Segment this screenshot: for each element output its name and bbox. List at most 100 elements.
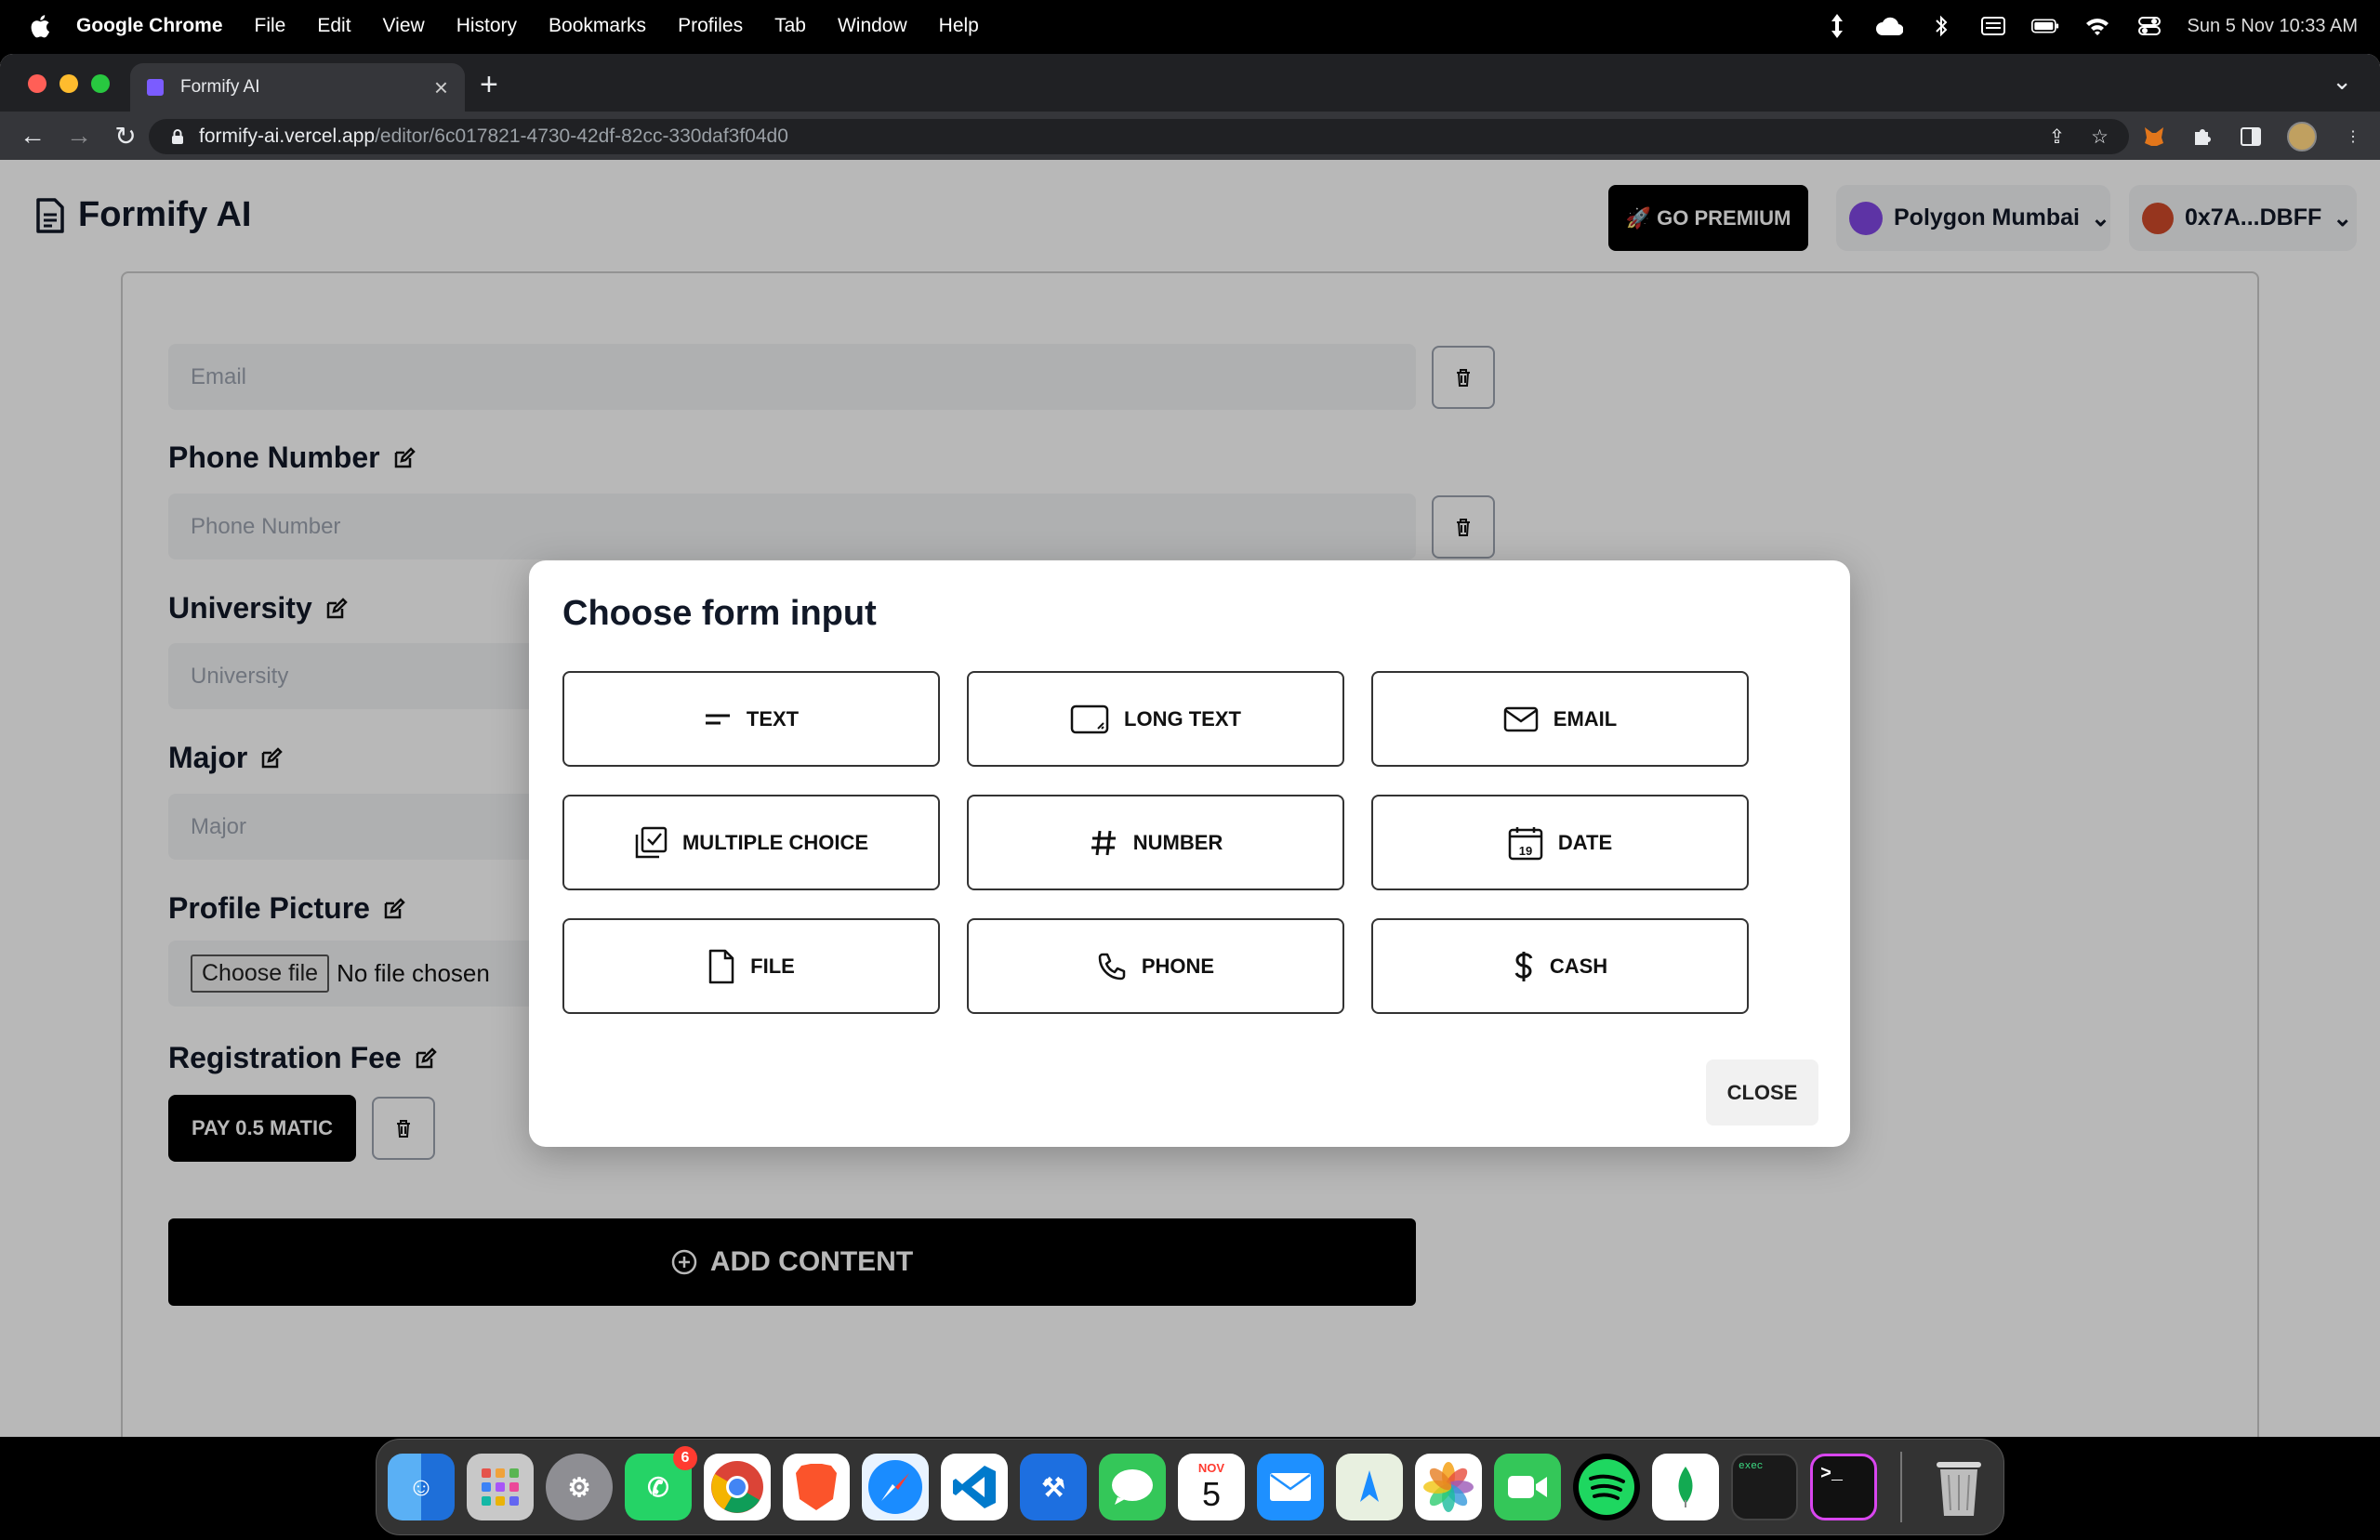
wifi-icon[interactable]	[2083, 14, 2111, 38]
menu-bookmarks[interactable]: Bookmarks	[549, 15, 646, 37]
zoom-window-button[interactable]	[91, 74, 110, 93]
reload-icon[interactable]: ↻	[112, 121, 139, 151]
bookmark-star-icon[interactable]: ☆	[2091, 125, 2109, 149]
web-page: Formify AI 🚀 GO PREMIUM Polygon Mumbai ⌄…	[0, 160, 2380, 1437]
close-modal-button[interactable]: CLOSE	[1706, 1060, 1818, 1125]
safari-icon[interactable]	[862, 1454, 929, 1520]
cursor-status-icon[interactable]	[1823, 14, 1851, 38]
tab-title: Formify AI	[180, 77, 260, 97]
phone-icon	[1098, 953, 1126, 980]
menu-view[interactable]: View	[383, 15, 425, 37]
menubar-clock[interactable]: Sun 5 Nov 10:33 AM	[2188, 16, 2358, 37]
profile-avatar[interactable]	[2287, 122, 2317, 151]
modal-title: Choose form input	[562, 594, 877, 633]
menu-history[interactable]: History	[456, 15, 517, 37]
chrome-icon[interactable]	[704, 1454, 771, 1520]
messages-icon[interactable]	[1099, 1454, 1166, 1520]
address-bar[interactable]: formify-ai.vercel.app/editor/6c017821-47…	[149, 119, 2129, 154]
spotify-icon[interactable]	[1573, 1454, 1640, 1520]
trash-bin-icon[interactable]	[1925, 1454, 1992, 1520]
menu-file[interactable]: File	[255, 15, 286, 37]
option-number-button[interactable]: NUMBER	[967, 795, 1344, 890]
macos-dock: ☺ ⚙ ✆ 6 ⚒ NOV 5 exec >_	[376, 1439, 2004, 1535]
option-date-button[interactable]: 19 DATE	[1371, 795, 1749, 890]
metamask-fox-icon[interactable]	[2142, 125, 2166, 149]
whatsapp-icon[interactable]: ✆ 6	[625, 1446, 697, 1520]
option-text-button[interactable]: TEXT	[562, 671, 940, 767]
option-label: NUMBER	[1132, 830, 1223, 854]
browser-window: Formify AI × + ⌄ ← → ↻ formify-ai.vercel…	[0, 54, 2380, 1437]
forward-arrow-icon[interactable]: →	[65, 121, 93, 151]
window-controls	[28, 74, 110, 93]
photos-icon[interactable]	[1415, 1454, 1482, 1520]
menu-edit[interactable]: Edit	[317, 15, 350, 37]
notification-badge: 6	[673, 1446, 697, 1470]
calendar-day: 5	[1201, 1474, 1222, 1513]
browser-toolbar: ← → ↻ formify-ai.vercel.app/editor/6c017…	[0, 112, 2380, 160]
envelope-icon	[1503, 706, 1539, 731]
option-multiple-choice-button[interactable]: MULTIPLE CHOICE	[562, 795, 940, 890]
finder-icon[interactable]: ☺	[388, 1454, 455, 1520]
bluetooth-icon[interactable]	[1927, 14, 1955, 38]
file-icon	[708, 949, 734, 983]
favicon-icon	[147, 79, 164, 96]
browser-tab[interactable]: Formify AI ×	[130, 63, 465, 112]
checkbox-multiple-icon	[635, 826, 668, 858]
launchpad-icon[interactable]	[467, 1454, 534, 1520]
vscode-icon[interactable]	[941, 1454, 1008, 1520]
battery-icon[interactable]	[2030, 14, 2059, 38]
menu-tab[interactable]: Tab	[774, 15, 806, 37]
option-label: PHONE	[1141, 954, 1215, 978]
close-window-button[interactable]	[28, 74, 46, 93]
menu-help[interactable]: Help	[939, 15, 979, 37]
option-label: DATE	[1557, 830, 1613, 854]
option-phone-button[interactable]: PHONE	[967, 918, 1344, 1014]
chrome-menu-icon[interactable]: ⋮	[2341, 125, 2365, 149]
xcode-icon[interactable]: ⚒	[1020, 1454, 1087, 1520]
share-icon[interactable]: ⇪	[2049, 125, 2066, 149]
keyboard-icon[interactable]	[1979, 14, 2007, 38]
menu-profiles[interactable]: Profiles	[678, 15, 743, 37]
cloud-icon[interactable]	[1875, 14, 1903, 38]
dock-separator	[1900, 1452, 1902, 1522]
maps-icon[interactable]	[1336, 1454, 1403, 1520]
menu-app-name[interactable]: Google Chrome	[76, 15, 223, 37]
terminal-icon[interactable]: >_	[1810, 1454, 1877, 1520]
option-label: EMAIL	[1553, 706, 1618, 731]
calendar-icon: 19	[1508, 826, 1543, 860]
extensions-puzzle-icon[interactable]	[2190, 125, 2215, 149]
option-file-button[interactable]: FILE	[562, 918, 940, 1014]
textarea-icon	[1070, 704, 1109, 733]
control-center-icon[interactable]	[2135, 14, 2163, 38]
mail-icon[interactable]	[1257, 1454, 1324, 1520]
lock-icon	[172, 129, 183, 144]
menu-window[interactable]: Window	[838, 15, 907, 37]
side-panel-icon[interactable]	[2239, 125, 2263, 149]
calendar-month: NOV	[1197, 1460, 1225, 1475]
back-arrow-icon[interactable]: ←	[19, 121, 46, 151]
url-path: /editor/6c017821-4730-42df-82cc-330daf3f…	[375, 125, 788, 147]
option-label: LONG TEXT	[1124, 706, 1241, 731]
option-email-button[interactable]: EMAIL	[1371, 671, 1749, 767]
minimize-window-button[interactable]	[60, 74, 78, 93]
choose-input-modal: Choose form input TEXT LONG TEXT EMAIL M…	[529, 560, 1850, 1147]
apple-icon[interactable]	[26, 12, 54, 40]
tab-strip: Formify AI × + ⌄	[0, 54, 2380, 112]
calendar-icon[interactable]: NOV 5	[1178, 1454, 1245, 1520]
option-long-text-button[interactable]: LONG TEXT	[967, 671, 1344, 767]
mongodb-compass-icon[interactable]	[1652, 1454, 1719, 1520]
hash-icon	[1091, 830, 1116, 855]
system-settings-icon[interactable]: ⚙	[546, 1454, 613, 1520]
text-lines-icon	[705, 714, 730, 724]
terminal-label: exec	[1739, 1461, 1764, 1472]
macos-menubar: Google Chrome File Edit View History Boo…	[0, 0, 2380, 52]
tab-close-icon[interactable]: ×	[434, 73, 448, 102]
new-tab-icon[interactable]: +	[480, 67, 498, 103]
tab-search-chevron-icon[interactable]: ⌄	[2332, 67, 2352, 96]
option-cash-button[interactable]: CASH	[1371, 918, 1749, 1014]
brave-icon[interactable]	[783, 1454, 850, 1520]
url-host: formify-ai.vercel.app	[199, 125, 376, 147]
terminal-exec-icon[interactable]: exec	[1731, 1454, 1798, 1520]
dollar-icon	[1514, 951, 1533, 981]
facetime-icon[interactable]	[1494, 1454, 1561, 1520]
